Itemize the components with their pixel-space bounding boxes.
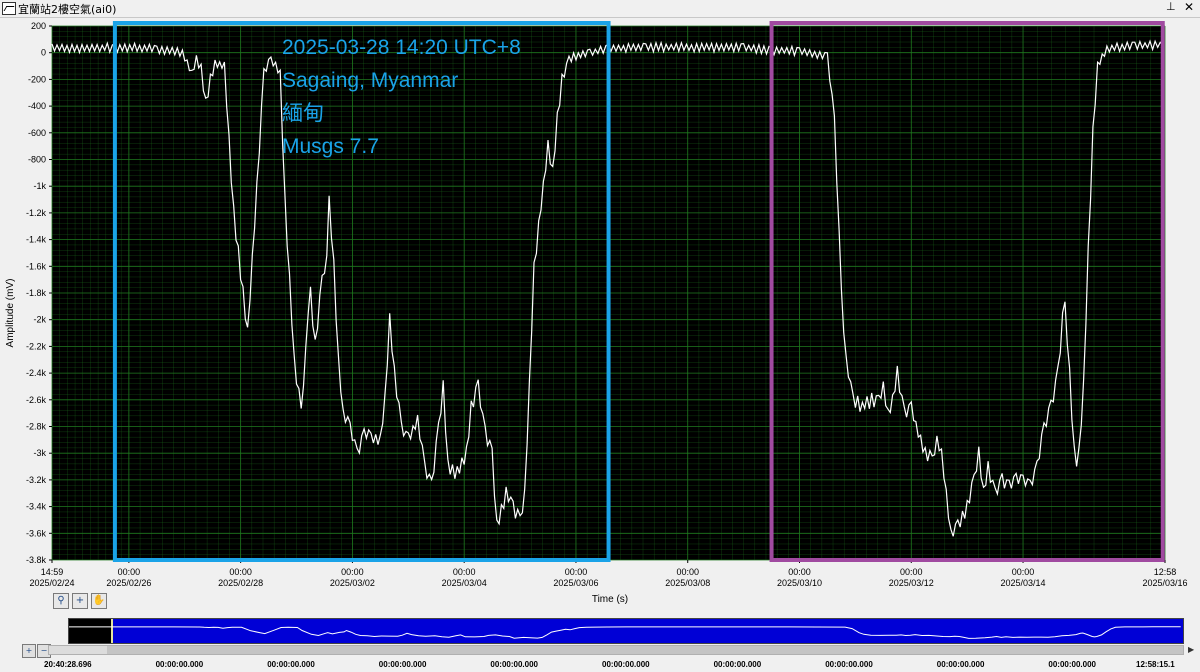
annotation-text: 緬甸 xyxy=(282,102,324,125)
y-tick-label: -800 xyxy=(28,155,46,165)
x-tick-label: 14:59 xyxy=(41,567,64,577)
y-tick-label: -2.6k xyxy=(26,395,47,405)
x-tick-date-label: 2025/02/24 xyxy=(29,578,74,588)
navigator-tick-label: 00:00:00.000 xyxy=(1048,660,1096,669)
x-tick-label: 00:00 xyxy=(900,567,923,577)
navigator-tick-label: 00:00:00.000 xyxy=(825,660,873,669)
navigator-tick-label: 12:58:15.1 xyxy=(1136,660,1175,669)
x-axis-label: Time (s) xyxy=(592,594,628,605)
x-tick-label: 00:00 xyxy=(229,567,252,577)
title-bar: 宜蘭站2樓空氣(ai0) ⊥ ✕ xyxy=(0,0,1200,18)
x-tick-date-label: 2025/02/26 xyxy=(106,578,151,588)
navigator-series-line xyxy=(69,626,1181,639)
y-tick-label: -3.6k xyxy=(26,528,47,538)
y-axis-label: Amplitude (mV) xyxy=(5,279,16,348)
y-tick-label: 0 xyxy=(41,48,46,58)
y-tick-label: -1.2k xyxy=(26,208,47,218)
y-tick-label: -3.8k xyxy=(26,555,47,565)
x-tick-date-label: 2025/03/04 xyxy=(442,578,487,588)
x-tick-label: 12:58 xyxy=(1154,567,1177,577)
y-tick-label: -3.4k xyxy=(26,502,47,512)
navigator-tick-label: 00:00:00.000 xyxy=(378,660,427,669)
y-tick-label: -3.2k xyxy=(26,475,47,485)
y-tick-label: -1.4k xyxy=(26,235,47,245)
pan-hand-icon[interactable]: ✋ xyxy=(91,593,107,609)
x-tick-label: 00:00 xyxy=(676,567,699,577)
navigator-ticks: 20:40:28.696 00:00:00.000 00:00:00.000 00:0… xyxy=(0,660,1200,672)
navigator-tick-label: 00:00:00.000 xyxy=(936,660,985,669)
x-axis-ticks: 14:592025/02/2400:002025/02/2600:002025/… xyxy=(29,560,1188,588)
cursor-icon[interactable]: + xyxy=(72,593,88,609)
y-tick-label: -1k xyxy=(33,181,46,191)
x-tick-label: 00:00 xyxy=(118,567,141,577)
y-tick-label: -2.4k xyxy=(26,368,47,378)
pin-icon[interactable]: ⊥ xyxy=(1166,0,1176,13)
navigator-tick-label: 00:00:00.000 xyxy=(267,660,315,669)
x-tick-date-label: 2025/03/16 xyxy=(1142,578,1187,588)
navigator-tick-label: 00:00:00.000 xyxy=(155,660,204,669)
x-tick-date-label: 2025/03/06 xyxy=(553,578,598,588)
annotation-text: 2025-03-28 14:20 UTC+8 xyxy=(282,36,521,59)
x-tick-label: 00:00 xyxy=(565,567,588,577)
navigator-tick-label: 00:00:00.000 xyxy=(713,660,762,669)
y-tick-label: -400 xyxy=(28,101,46,111)
navigator-tick-label: 00:00:00.000 xyxy=(602,660,650,669)
y-tick-label: -3k xyxy=(33,448,46,458)
navigator-scrollbar[interactable] xyxy=(48,645,1184,655)
x-tick-date-label: 2025/03/02 xyxy=(330,578,375,588)
zoom-in-icon[interactable]: + xyxy=(22,644,36,658)
y-tick-label: 200 xyxy=(31,21,46,31)
scrollbar-thumb[interactable] xyxy=(107,646,1183,654)
x-tick-label: 00:00 xyxy=(1012,567,1035,577)
close-icon[interactable]: ✕ xyxy=(1184,0,1194,14)
y-tick-label: -2.2k xyxy=(26,341,47,351)
y-tick-label: -200 xyxy=(28,74,46,84)
y-tick-label: -2.8k xyxy=(26,422,47,432)
x-tick-label: 00:00 xyxy=(788,567,811,577)
x-tick-date-label: 2025/03/10 xyxy=(777,578,822,588)
x-tick-date-label: 2025/03/14 xyxy=(1001,578,1046,588)
scroll-right-icon[interactable]: ▶ xyxy=(1188,645,1194,654)
y-tick-label: -1.6k xyxy=(26,261,47,271)
annotation-text: Sagaing, Myanmar xyxy=(282,69,458,92)
y-tick-label: -600 xyxy=(28,128,46,138)
navigator-tick-label: 20:40:28.696 xyxy=(44,660,92,669)
app-icon xyxy=(2,2,16,15)
y-tick-label: -1.8k xyxy=(26,288,47,298)
x-tick-date-label: 2025/03/08 xyxy=(665,578,710,588)
chart-area[interactable]: 200 0 -200 -400 -600 -800 -1k -1.2k -1.4k -1.6k -1… xyxy=(0,18,1200,610)
navigator-tick-label: 00:00:00.000 xyxy=(490,660,538,669)
y-axis-ticks: 200 0 -200 -400 -600 -800 -1k -1.2k -1.4k -1.6k -1… xyxy=(26,21,52,565)
x-tick-label: 00:00 xyxy=(341,567,364,577)
x-tick-label: 00:00 xyxy=(453,567,476,577)
zoom-icon[interactable]: ⚲ xyxy=(53,593,69,609)
y-tick-label: -2k xyxy=(33,315,46,325)
x-tick-date-label: 2025/02/28 xyxy=(218,578,263,588)
window-title: 宜蘭站2樓空氣(ai0) xyxy=(18,3,117,16)
annotation-text: Musgs 7.7 xyxy=(282,135,379,158)
x-tick-date-label: 2025/03/12 xyxy=(889,578,934,588)
navigator-panel[interactable] xyxy=(68,618,1184,644)
